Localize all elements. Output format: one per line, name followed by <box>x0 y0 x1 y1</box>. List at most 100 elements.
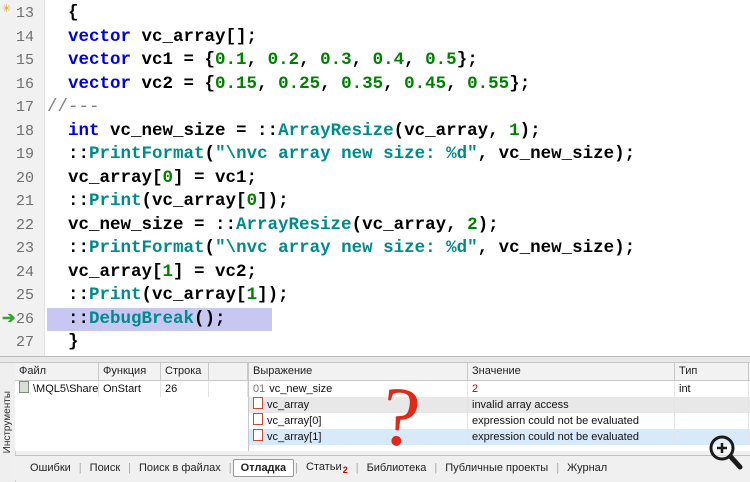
editor-panel-splitter[interactable] <box>0 356 750 363</box>
code-line-24[interactable]: 24 vc_array[1] = vc2; <box>0 261 750 285</box>
tab-articles[interactable]: Статьи2 <box>299 459 355 477</box>
code-token: 0.5 <box>425 50 457 70</box>
code-token: 0.45 <box>404 73 447 94</box>
column-header[interactable]: Файл <box>15 363 99 380</box>
code-line-20[interactable]: 20 vc_array[0] = vc1; <box>0 167 750 191</box>
column-header[interactable]: Функция <box>99 363 161 380</box>
line-cell: 26 <box>161 381 209 397</box>
code-token: 0 <box>162 167 174 188</box>
file-cell: \MQL5\Shared ... <box>15 381 99 397</box>
watch-row[interactable]: 01 vc_new_size 2 int <box>249 381 750 397</box>
code-token: "\nvc array new size: %d" <box>215 238 478 258</box>
code-line-15[interactable]: 15 vector vc1 = {0.1, 0.2, 0.3, 0.4, 0.5… <box>0 49 750 73</box>
code-token: ] = vc2; <box>173 261 258 282</box>
code-text: //--- <box>47 96 100 120</box>
code-text: vector vc2 = {0.15, 0.25, 0.35, 0.45, 0.… <box>47 73 530 97</box>
watch-table[interactable]: Выражение Значение Тип 01 vc_new_size 2 int vc_… <box>249 363 750 451</box>
code-token: (vc_array, <box>393 120 510 141</box>
code-token: ]); <box>257 285 289 305</box>
code-token: ArrayResize <box>278 120 394 141</box>
code-line-21[interactable]: 21 ::Print(vc_array[0]); <box>0 190 750 214</box>
expression-name: vc_array[0] <box>267 415 322 427</box>
code-token: } <box>47 332 79 352</box>
tab-debug[interactable]: Отладка <box>232 459 295 477</box>
code-token: , <box>351 50 373 70</box>
expression-cell: 01 vc_new_size <box>249 381 468 397</box>
line-number: 20 <box>15 169 34 187</box>
toolbox-side-tab-label: Инструменты <box>2 391 13 454</box>
type-cell <box>675 397 749 413</box>
code-token: (vc_array[ <box>141 191 247 211</box>
code-line-22[interactable]: 22 vc_new_size = ::ArrayResize(vc_array,… <box>0 214 750 238</box>
code-token: , <box>446 73 468 94</box>
code-token: Print <box>89 191 142 211</box>
code-token: ]); <box>257 191 289 211</box>
tab-search[interactable]: Поиск <box>83 460 127 476</box>
tab-search-in-files[interactable]: Поиск в файлах <box>132 460 228 476</box>
column-header[interactable] <box>209 363 248 380</box>
line-number: 13 <box>15 5 34 22</box>
code-text: { <box>47 2 79 26</box>
watch-header-row: Выражение Значение Тип <box>249 363 750 381</box>
watch-row[interactable]: vc_array invalid array access <box>249 397 750 413</box>
code-text: vector vc1 = {0.1, 0.2, 0.3, 0.4, 0.5}; <box>47 49 478 73</box>
expression-error-icon <box>253 397 263 409</box>
code-token: 1 <box>509 120 520 141</box>
tab-errors[interactable]: Ошибки <box>23 460 78 476</box>
code-token: (vc_array[ <box>141 285 247 305</box>
column-header[interactable]: Строка <box>161 363 209 380</box>
line-number: 14 <box>15 28 34 46</box>
zoom-icon[interactable] <box>704 430 746 474</box>
watch-row[interactable]: vc_array[0] expression could not be evalu… <box>249 413 750 429</box>
code-line-17[interactable]: 17 //--- <box>0 96 750 120</box>
call-stack-table[interactable]: ФайлФункцияСтрока\MQL5\Shared ...OnStart… <box>15 363 249 451</box>
toolbox-side-tab[interactable]: Инструменты <box>0 363 16 482</box>
expression-cell: vc_array[1] <box>249 429 468 445</box>
code-editor[interactable]: ✳ 13 {14 vector vc_array[]; 15 vector vc1… <box>0 0 750 356</box>
code-line-26[interactable]: 26 ::DebugBreak(); <box>0 307 750 331</box>
column-header[interactable]: Значение <box>468 363 675 380</box>
call-stack-row[interactable]: \MQL5\Shared ...OnStart26 <box>15 381 248 397</box>
code-token: ( <box>204 144 216 164</box>
tab-badge: 2 <box>342 465 348 476</box>
code-token: 0.15 <box>215 73 258 94</box>
code-text: ::Print(vc_array[0]); <box>47 190 289 214</box>
code-token: ( <box>204 238 216 258</box>
code-token: Print <box>89 285 142 305</box>
code-token: , vc_new_size); <box>477 238 636 258</box>
function-cell: OnStart <box>99 381 161 397</box>
code-line-18[interactable]: 18 int vc_new_size = ::ArrayResize(vc_ar… <box>0 120 750 144</box>
value-cell: expression could not be evaluated <box>468 413 675 429</box>
code-line-27[interactable]: 27 } <box>0 331 750 355</box>
code-token: ] = vc1; <box>173 167 258 188</box>
code-line-23[interactable]: 23 ::PrintFormat("\nvc array new size: %… <box>0 237 750 261</box>
code-line-14[interactable]: 14 vector vc_array[]; <box>0 26 750 50</box>
code-line-13[interactable]: 13 { <box>0 2 750 26</box>
column-header[interactable]: Выражение <box>249 363 468 380</box>
expression-error-icon <box>253 413 263 425</box>
code-line-19[interactable]: 19 ::PrintFormat("\nvc array new size: %… <box>0 143 750 167</box>
expression-name: vc_new_size <box>269 383 333 395</box>
code-token: , <box>299 50 321 70</box>
code-token: }; <box>509 73 531 94</box>
files-header-row: Файл Функция Строка <box>15 363 248 381</box>
watch-row[interactable]: vc_array[1] expression could not be evalu… <box>249 429 750 445</box>
code-token: , <box>404 50 426 70</box>
code-token: vc_array[ <box>47 167 163 188</box>
code-line-25[interactable]: 25 ::Print(vc_array[1]); <box>0 284 750 308</box>
code-token: ); <box>519 120 541 141</box>
code-token: ); <box>477 214 499 235</box>
code-token: :: <box>47 285 90 305</box>
code-token: , <box>257 73 279 94</box>
column-header[interactable]: Тип <box>675 363 749 380</box>
tab-public-projects[interactable]: Публичные проекты <box>438 460 555 476</box>
code-token: vc_array[]; <box>131 26 258 47</box>
code-line-16[interactable]: 16 vector vc2 = {0.15, 0.25, 0.35, 0.45,… <box>0 73 750 97</box>
code-text: ::DebugBreak(); <box>47 307 272 331</box>
tab-separator: | <box>228 462 232 474</box>
code-token: DebugBreak <box>89 308 195 329</box>
tab-journal[interactable]: Журнал <box>560 460 614 476</box>
type-cell: int <box>675 381 749 397</box>
